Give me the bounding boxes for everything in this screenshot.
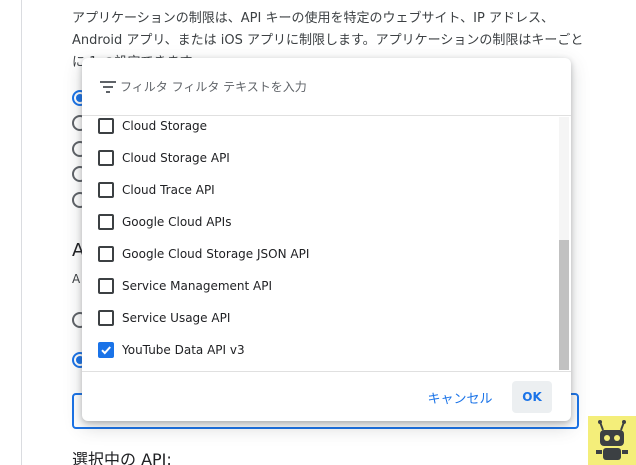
robot-badge bbox=[588, 416, 636, 465]
ok-button[interactable]: OK bbox=[512, 381, 552, 413]
option-cloud-storage[interactable]: Cloud Storage bbox=[82, 117, 558, 142]
api-restriction-subtext: A bbox=[72, 272, 81, 286]
option-youtube-data-api-v3[interactable]: YouTube Data API v3 bbox=[82, 334, 558, 366]
check-icon bbox=[101, 346, 111, 355]
option-label: Cloud Storage bbox=[122, 119, 208, 133]
checkbox-checked[interactable] bbox=[98, 342, 114, 358]
option-google-cloud-apis[interactable]: Google Cloud APIs bbox=[82, 206, 558, 238]
checkbox[interactable] bbox=[98, 310, 114, 326]
option-label: Cloud Storage API bbox=[122, 151, 230, 165]
option-label: Google Cloud Storage JSON API bbox=[122, 247, 310, 261]
option-label: YouTube Data API v3 bbox=[122, 343, 245, 357]
filter-bar bbox=[82, 58, 571, 116]
checkbox[interactable] bbox=[98, 150, 114, 166]
filter-input[interactable] bbox=[120, 76, 540, 98]
option-cloud-trace-api[interactable]: Cloud Trace API bbox=[82, 174, 558, 206]
option-cloud-storage-api[interactable]: Cloud Storage API bbox=[82, 142, 558, 174]
api-select-dialog: Cloud Storage Cloud Storage API Cloud Tr… bbox=[82, 58, 571, 421]
robot-icon bbox=[596, 420, 628, 460]
option-label: Service Usage API bbox=[122, 311, 231, 325]
cancel-button[interactable]: キャンセル bbox=[420, 382, 500, 412]
checkbox[interactable] bbox=[98, 118, 114, 134]
checkbox[interactable] bbox=[98, 182, 114, 198]
option-google-cloud-storage-json-api[interactable]: Google Cloud Storage JSON API bbox=[82, 238, 558, 270]
option-label: Service Management API bbox=[122, 279, 273, 293]
api-option-list: Cloud Storage Cloud Storage API Cloud Tr… bbox=[82, 117, 571, 370]
selected-api-label: 選択中の API: bbox=[72, 450, 172, 465]
option-service-management-api[interactable]: Service Management API bbox=[82, 270, 558, 302]
scrollbar-thumb[interactable] bbox=[559, 240, 569, 370]
dialog-footer: キャンセル OK bbox=[82, 371, 571, 421]
left-rail bbox=[0, 0, 22, 465]
option-service-usage-api[interactable]: Service Usage API bbox=[82, 302, 558, 334]
checkbox[interactable] bbox=[98, 246, 114, 262]
checkbox[interactable] bbox=[98, 214, 114, 230]
filter-icon bbox=[100, 81, 116, 93]
option-label: Google Cloud APIs bbox=[122, 215, 232, 229]
checkbox[interactable] bbox=[98, 278, 114, 294]
option-label: Cloud Trace API bbox=[122, 183, 215, 197]
